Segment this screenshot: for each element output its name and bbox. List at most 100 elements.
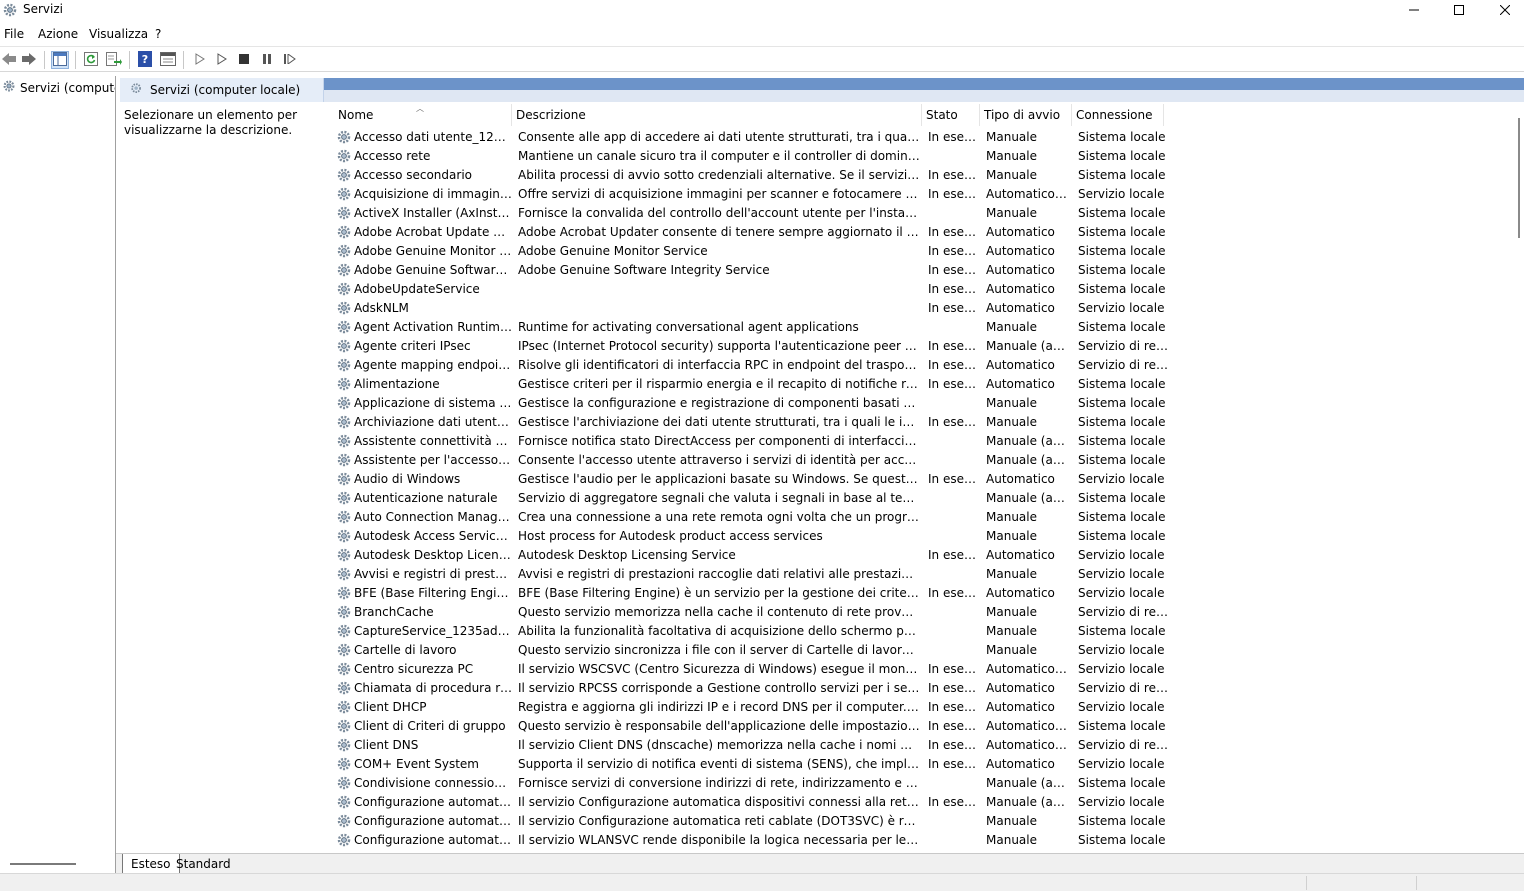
table-row[interactable]: Agente criteri IPsec IPsec (Internet Prot… [334, 337, 1514, 356]
start-service-button[interactable] [191, 51, 209, 69]
sort-ascending-icon: ︿ [416, 104, 424, 113]
menu-file[interactable]: File [4, 27, 24, 41]
forward-button[interactable] [20, 51, 38, 69]
help-button[interactable]: ? [136, 50, 154, 69]
list-vertical-scrollbar[interactable] [1516, 104, 1524, 853]
service-gear-icon [336, 832, 352, 848]
play-icon [195, 52, 205, 68]
table-row[interactable]: BFE (Base Filtering Engine) BFE (Base Fil… [334, 584, 1514, 603]
service-startup-type: Manuale (avv... [986, 434, 1070, 448]
service-logon: Sistema locale [1078, 225, 1166, 239]
table-row[interactable]: Accesso secondario Abilita processi di av… [334, 166, 1514, 185]
view-tabs: Esteso Standard [116, 853, 1524, 873]
column-header-description[interactable]: Descrizione [512, 104, 922, 126]
table-row[interactable]: CaptureService_1235ada1 Abilita la funzio… [334, 622, 1514, 641]
column-header-logon[interactable]: Connessione [1072, 104, 1164, 126]
table-row[interactable]: Assistente per l'accesso all'a... Consent… [334, 451, 1514, 470]
refresh-button[interactable] [82, 51, 100, 69]
table-row[interactable]: Assistente connettività di rete Fornisce … [334, 432, 1514, 451]
table-row[interactable]: Autodesk Desktop Licensin... Autodesk Des… [334, 546, 1514, 565]
service-name: Assistente per l'accesso all'a... [354, 453, 512, 467]
table-row[interactable]: Centro sicurezza PC Il servizio WSCSVC (C… [334, 660, 1514, 679]
table-row[interactable]: AdobeUpdateService In esec... Automatico Si… [334, 280, 1514, 299]
table-row[interactable]: Applicazione di sistema CO... Gestisce la… [334, 394, 1514, 413]
show-hide-tree-button[interactable] [51, 51, 69, 69]
service-name: BranchCache [354, 605, 434, 619]
menu-bar: File Azione Visualizza ? [0, 26, 1524, 44]
service-state: In esec... [928, 244, 978, 258]
table-row[interactable]: Agente mapping endpoint ... Risolve gli i… [334, 356, 1514, 375]
service-description: Fornisce notifica stato DirectAccess per… [518, 434, 920, 448]
restart-service-button[interactable] [281, 51, 299, 69]
menu-azione[interactable]: Azione [38, 27, 78, 41]
tree-horizontal-scrollbar[interactable] [10, 863, 76, 865]
services-gear-icon [2, 2, 18, 18]
table-row[interactable]: Auto Connection Manager ... Crea una conn… [334, 508, 1514, 527]
service-state: In esec... [928, 377, 978, 391]
table-row[interactable]: Adobe Genuine Monitor Ser... Adobe Genuin… [334, 242, 1514, 261]
service-startup-type: Automatico (... [986, 187, 1070, 201]
properties-view-button[interactable] [159, 51, 177, 69]
table-row[interactable]: Cartelle di lavoro Questo servizio sincro… [334, 641, 1514, 660]
service-logon: Sistema locale [1078, 320, 1166, 334]
table-row[interactable]: Accesso rete Mantiene un canale sicuro tr… [334, 147, 1514, 166]
service-startup-type: Manuale [986, 320, 1037, 334]
menu-visualizza[interactable]: Visualizza [89, 27, 148, 41]
service-gear-icon [336, 319, 352, 335]
column-header-startup-type[interactable]: Tipo di avvio [980, 104, 1072, 126]
table-row[interactable]: Configurazione automatica ... Il servizio… [334, 812, 1514, 831]
table-row[interactable]: ActiveX Installer (AxInstSV) Fornisce la … [334, 204, 1514, 223]
services-rows: Accesso dati utente_1235ad... Consente al… [334, 128, 1514, 850]
column-header-state[interactable]: Stato [922, 104, 980, 126]
table-row[interactable]: Adobe Genuine Software In... Adobe Genuin… [334, 261, 1514, 280]
service-gear-icon [336, 509, 352, 525]
table-row[interactable]: Client di Criteri di gruppo Questo serviz… [334, 717, 1514, 736]
service-state: In esec... [928, 168, 978, 182]
table-row[interactable]: Archiviazione dati utente_1... Gestisce l… [334, 413, 1514, 432]
table-row[interactable]: Acquisizione di immagini di... Offre serv… [334, 185, 1514, 204]
table-row[interactable]: Configurazione automatica ... Il servizio… [334, 793, 1514, 812]
menu-help[interactable]: ? [155, 27, 161, 41]
table-row[interactable]: COM+ Event System Supporta il servizio di… [334, 755, 1514, 774]
service-startup-type: Automatico [986, 282, 1055, 296]
table-row[interactable]: Chiamata di procedura rem... Il servizio … [334, 679, 1514, 698]
table-row[interactable]: Configurazione automatica ... Il servizio… [334, 831, 1514, 850]
pause-service-button[interactable] [258, 51, 276, 69]
services-list: Nome ︿ Descrizione Stato Tipo di avvio C… [334, 104, 1514, 853]
service-state: In esec... [928, 339, 978, 353]
minimize-button[interactable] [1391, 0, 1437, 22]
service-state: In esec... [928, 795, 978, 809]
table-row[interactable]: Agent Activation Runtime_... Runtime for … [334, 318, 1514, 337]
back-button[interactable] [0, 51, 18, 69]
table-row[interactable]: Accesso dati utente_1235ad... Consente al… [334, 128, 1514, 147]
pause-icon [262, 53, 272, 67]
stop-service-button[interactable] [235, 51, 253, 69]
service-name: Configurazione automatica ... [354, 833, 512, 847]
console-tree: Servizi (computer [0, 76, 116, 873]
tab-standard[interactable]: Standard [168, 854, 239, 873]
close-button[interactable] [1482, 0, 1524, 22]
service-logon: Sistema locale [1078, 529, 1166, 543]
service-description: Gestisce la configurazione e registrazio… [518, 396, 920, 410]
table-row[interactable]: Condivisione connessione I... Fornisce se… [334, 774, 1514, 793]
table-row[interactable]: Audio di Windows Gestisce l'audio per le … [334, 470, 1514, 489]
table-row[interactable]: Autodesk Access Service H... Host process… [334, 527, 1514, 546]
service-startup-type: Manuale [986, 567, 1037, 581]
service-description: Gestisce criteri per il risparmio energi… [518, 377, 920, 391]
service-description: Registra e aggiorna gli indirizzi IP e i… [518, 700, 920, 714]
tree-node-services[interactable]: Servizi (computer [2, 79, 115, 96]
table-row[interactable]: Adobe Acrobat Update Serv... Adobe Acroba… [334, 223, 1514, 242]
scrollbar-thumb[interactable] [1518, 118, 1520, 238]
start-service-alt-button[interactable] [213, 51, 231, 69]
service-name: Agente mapping endpoint ... [354, 358, 512, 372]
column-header-name[interactable]: Nome ︿ [334, 104, 512, 126]
table-row[interactable]: Autenticazione naturale Servizio di aggre… [334, 489, 1514, 508]
table-row[interactable]: BranchCache Questo servizio memorizza nel… [334, 603, 1514, 622]
table-row[interactable]: Client DNS Il servizio Client DNS (dnscac… [334, 736, 1514, 755]
table-row[interactable]: Alimentazione Gestisce criteri per il ris… [334, 375, 1514, 394]
maximize-button[interactable] [1436, 0, 1482, 22]
table-row[interactable]: Client DHCP Registra e aggiorna gli indir… [334, 698, 1514, 717]
table-row[interactable]: AdskNLM In esec... Automatico Servizio loca… [334, 299, 1514, 318]
export-list-button[interactable] [105, 51, 123, 69]
table-row[interactable]: Avvisi e registri di prestazioni Avvisi e… [334, 565, 1514, 584]
